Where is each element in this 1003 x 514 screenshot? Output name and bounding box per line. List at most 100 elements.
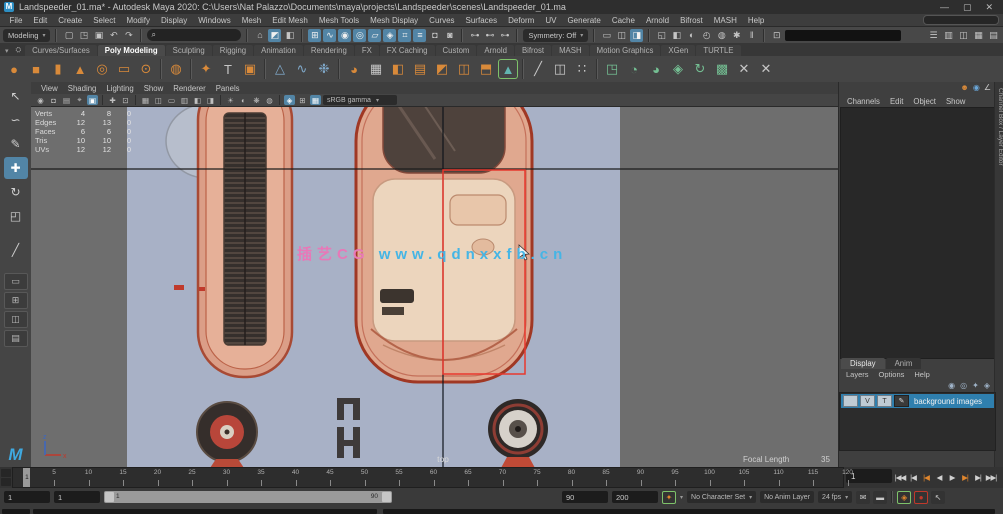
save-scene-icon[interactable]: ▣ <box>92 29 105 42</box>
shelf-tab-fx-caching[interactable]: FX Caching <box>380 45 435 56</box>
resolution-gate-icon[interactable]: ◫ <box>153 95 164 105</box>
symmetry-selector[interactable]: Symmetry: Off▾ <box>523 29 588 42</box>
go-to-start-button[interactable]: |◀◀ <box>894 473 906 482</box>
close-button[interactable]: ✕ <box>985 0 993 14</box>
snap-view-plane-icon[interactable]: ▱ <box>368 29 381 42</box>
menu-modify[interactable]: Modify <box>121 16 156 25</box>
color-management-toggle-icon[interactable]: ▦ <box>310 95 321 105</box>
playback-end-field[interactable]: 90 <box>562 491 608 503</box>
layout-outliner-button[interactable]: ▤ <box>4 330 28 347</box>
menu-mesh-tools[interactable]: Mesh Tools <box>313 16 364 25</box>
range-end-handle[interactable] <box>382 492 391 502</box>
menu-generate[interactable]: Generate <box>562 16 606 25</box>
menu-select[interactable]: Select <box>88 16 121 25</box>
current-time-marker[interactable]: 1 <box>23 468 30 487</box>
shelf-tab-curves-surfaces[interactable]: Curves/Surfaces <box>25 45 97 56</box>
layout-split-pane-button[interactable]: ◫ <box>4 311 28 328</box>
channel-box-menu-channels[interactable]: Channels <box>843 97 884 106</box>
grid-toggle-icon[interactable]: ▭ <box>600 29 613 42</box>
shadows-icon[interactable]: ◐ <box>238 95 249 105</box>
extrude-icon[interactable]: ⬒ <box>476 59 496 79</box>
bevel-icon[interactable]: ◩ <box>432 59 452 79</box>
2d-pan-zoom-icon[interactable]: ✚ <box>107 95 118 105</box>
layout-single-pane-button[interactable]: ▭ <box>4 273 28 290</box>
motion-blur-icon[interactable]: ❋ <box>251 95 262 105</box>
poly-cone-icon[interactable]: ▲ <box>70 59 90 79</box>
type-box-icon[interactable]: ▣ <box>240 59 260 79</box>
anim-layer-button[interactable]: No Anim Layer <box>760 491 814 503</box>
snap-align-icon[interactable]: ≡ <box>413 29 426 42</box>
layer-move-up-icon[interactable]: ◉ <box>948 381 955 390</box>
render-sequence-icon[interactable]: ◴ <box>700 29 713 42</box>
select-camera-icon[interactable]: ◉ <box>35 95 46 105</box>
play-forwards-button[interactable]: ▶ <box>946 473 958 482</box>
camera-attributes-icon[interactable]: ▤ <box>61 95 72 105</box>
shelf-tab-rigging[interactable]: Rigging <box>213 45 253 56</box>
fps-selector[interactable]: 24 fps▾ <box>818 491 852 503</box>
range-start-handle[interactable] <box>105 492 114 502</box>
make-live-icon[interactable]: ◈ <box>383 29 396 42</box>
undo-icon[interactable]: ↶ <box>107 29 120 42</box>
step-forward-key-button[interactable]: ▶| <box>959 473 971 482</box>
multi-cut-icon[interactable]: ╱ <box>528 59 548 79</box>
shelf-tab-mash[interactable]: MASH <box>552 45 589 56</box>
menu-help[interactable]: Help <box>742 16 769 25</box>
menu-windows[interactable]: Windows <box>193 16 236 25</box>
panel-layout-icon[interactable]: ◫ <box>615 29 628 42</box>
move-tool[interactable]: ✚ <box>4 157 28 179</box>
poly-disc-icon[interactable]: ⊙ <box>136 59 156 79</box>
playback-start-field[interactable]: 1 <box>54 491 100 503</box>
paint-select-tool[interactable]: ✎ <box>4 133 28 155</box>
construction-plane-icon[interactable]: △ <box>270 59 290 79</box>
new-layer-from-selected-icon[interactable]: ◈ <box>984 381 990 390</box>
auto-key-icon[interactable]: ● <box>914 491 928 504</box>
menu-mesh-display[interactable]: Mesh Display <box>365 16 424 25</box>
oversize-icon[interactable]: ⊡ <box>120 95 131 105</box>
last-tool-used[interactable]: ╱ <box>4 239 28 261</box>
lasso-select-tool[interactable]: ∽ <box>4 109 28 131</box>
viewport-panel[interactable]: ViewShadingLightingShowRendererPanels ◉◘… <box>31 82 838 467</box>
gate-mask-icon[interactable]: ▭ <box>166 95 177 105</box>
channel-box-menu-object[interactable]: Object <box>909 97 940 106</box>
smooth-mesh-icon[interactable]: ◈ <box>668 59 688 79</box>
panel-menu-renderer[interactable]: Renderer <box>168 84 211 93</box>
layer-toggle-0[interactable] <box>843 395 858 407</box>
snap-projected-center-icon[interactable]: ◎ <box>353 29 366 42</box>
menu-mash[interactable]: MASH <box>708 16 742 25</box>
shelf-tab-rendering[interactable]: Rendering <box>304 45 354 56</box>
shelf-tab-arnold[interactable]: Arnold <box>477 45 514 56</box>
poly-cube-icon[interactable]: ■ <box>26 59 46 79</box>
step-forward-frame-button[interactable]: ▶| <box>972 473 984 482</box>
render-settings-icon[interactable]: ✱ <box>730 29 743 42</box>
boolean-intersect-icon[interactable]: ◕ <box>646 59 666 79</box>
playblast-icon[interactable]: ▬ <box>873 491 887 504</box>
arnold-renderview-icon[interactable]: ◍ <box>715 29 728 42</box>
remesh-icon[interactable]: ▩ <box>712 59 732 79</box>
shelf-tab-poly-modeling[interactable]: Poly Modeling <box>98 45 165 56</box>
menu-curves[interactable]: Curves <box>424 16 460 25</box>
shelf-gear-icon[interactable]: ⛭ <box>13 47 25 56</box>
safe-title-icon[interactable]: ◨ <box>205 95 216 105</box>
panel-menu-show[interactable]: Show <box>139 84 169 93</box>
mute-icon[interactable]: ◈ <box>897 491 911 504</box>
image-plane-icon[interactable]: ▣ <box>87 95 98 105</box>
poly-plane-icon[interactable]: ▭ <box>114 59 134 79</box>
layer-editor-tab-anim[interactable]: Anim <box>886 358 922 369</box>
construction-history-icon[interactable]: ⊷ <box>483 29 496 42</box>
new-empty-layer-icon[interactable]: ✦ <box>972 381 979 390</box>
shelf-tab-animation[interactable]: Animation <box>254 45 303 56</box>
new-scene-icon[interactable]: ▢ <box>62 29 75 42</box>
input-connections-icon[interactable]: ⊶ <box>468 29 481 42</box>
animation-start-field[interactable]: 1 <box>4 491 50 503</box>
lighting-icon[interactable]: ☀ <box>225 95 236 105</box>
select-by-name-input[interactable]: ⌕ <box>147 29 241 41</box>
shelf-tab-motion-graphics[interactable]: Motion Graphics <box>590 45 661 56</box>
render-view-icon[interactable]: ◱ <box>655 29 668 42</box>
viewport-canvas[interactable]: x z Verts480Edges12130Faces660Tris10100U… <box>31 107 838 467</box>
menu-deform[interactable]: Deform <box>503 16 540 25</box>
type-tool-icon[interactable]: T <box>218 59 238 79</box>
menuset-selector[interactable]: Modeling▾ <box>3 29 50 42</box>
layout-four-pane-button[interactable]: ⊞ <box>4 292 28 309</box>
bridge-icon[interactable]: ◫ <box>454 59 474 79</box>
select-tool[interactable]: ↖ <box>4 85 28 107</box>
